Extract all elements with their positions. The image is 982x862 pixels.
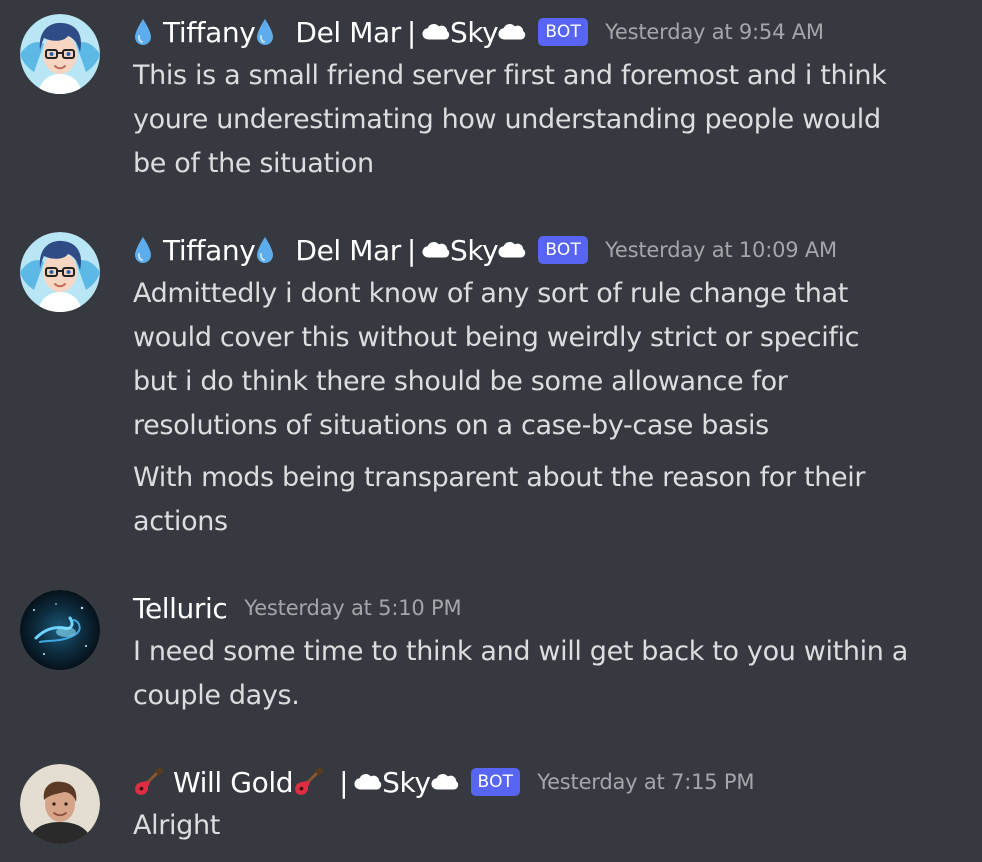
- timestamp[interactable]: Yesterday at 9:54 AM: [605, 20, 824, 44]
- username-divider: |: [339, 765, 349, 799]
- username-suffix: Del Mar: [295, 233, 401, 267]
- message-line: Admittedly i dont know of any sort of ru…: [133, 278, 848, 309]
- message-line: Alright: [133, 810, 220, 841]
- message-header: Tiffany Del Mar | Sky BOT Yesterday at 9…: [133, 12, 824, 52]
- user-avatar[interactable]: [20, 590, 100, 670]
- anime-boy-avatar-icon: [20, 232, 100, 312]
- server-name: Sky: [449, 15, 499, 49]
- user-avatar[interactable]: [20, 232, 100, 312]
- username[interactable]: Tiffany Del Mar | Sky: [133, 16, 526, 49]
- droplet-emoji-icon: [255, 236, 275, 264]
- user-avatar[interactable]: [20, 14, 100, 94]
- droplet-emoji-icon: [133, 18, 153, 46]
- bot-tag: BOT: [470, 768, 521, 796]
- message-line: would cover this without being weirdly s…: [133, 322, 860, 353]
- message-line: With mods being transparent about the re…: [133, 462, 866, 493]
- message-line: I need some time to think and will get b…: [133, 636, 908, 667]
- cloud-emoji-icon: [431, 772, 459, 792]
- username-suffix: Del Mar: [295, 15, 401, 49]
- droplet-emoji-icon: [255, 18, 275, 46]
- username-divider: |: [406, 15, 416, 49]
- anime-boy-avatar-icon: [20, 14, 100, 94]
- username-text: Will Gold: [173, 765, 294, 799]
- timestamp[interactable]: Yesterday at 5:10 PM: [244, 596, 461, 620]
- message-line: couple days.: [133, 680, 300, 711]
- username-text: Tiffany: [163, 233, 256, 267]
- galaxy-avatar-icon: [20, 590, 100, 670]
- message-header: Telluric Yesterday at 5:10 PM: [133, 588, 462, 628]
- server-name: Sky: [449, 233, 499, 267]
- bot-tag: BOT: [538, 18, 589, 46]
- guitar-emoji-icon: [133, 767, 163, 797]
- message-line: This is a small friend server first and …: [133, 60, 887, 91]
- cloud-emoji-icon: [422, 22, 450, 42]
- username-text: Tiffany: [163, 15, 256, 49]
- server-name: Sky: [382, 765, 431, 799]
- cloud-emoji-icon: [354, 772, 382, 792]
- cloud-emoji-icon: [498, 22, 526, 42]
- guitar-emoji-icon: [293, 767, 323, 797]
- username[interactable]: Telluric: [133, 592, 228, 625]
- username[interactable]: Tiffany Del Mar | Sky: [133, 234, 526, 267]
- message-line: but i do think there should be some allo…: [133, 366, 788, 397]
- user-avatar[interactable]: [20, 764, 100, 844]
- timestamp[interactable]: Yesterday at 7:15 PM: [537, 770, 754, 794]
- message-line: be of the situation: [133, 148, 374, 179]
- message-line: actions: [133, 506, 228, 537]
- message-line: resolutions of situations on a case-by-c…: [133, 410, 769, 441]
- message-header: Will Gold | Sky BOT Yesterday at 7:15 PM: [133, 762, 754, 802]
- username[interactable]: Will Gold | Sky: [133, 766, 459, 799]
- timestamp[interactable]: Yesterday at 10:09 AM: [605, 238, 837, 262]
- cloud-emoji-icon: [498, 240, 526, 260]
- username-divider: |: [406, 233, 416, 267]
- message-header: Tiffany Del Mar | Sky BOT Yesterday at 1…: [133, 230, 837, 270]
- droplet-emoji-icon: [133, 236, 153, 264]
- cloud-emoji-icon: [422, 240, 450, 260]
- bot-tag: BOT: [538, 236, 589, 264]
- message-line: youre underestimating how understanding …: [133, 104, 881, 135]
- person-photo-avatar-icon: [20, 764, 100, 844]
